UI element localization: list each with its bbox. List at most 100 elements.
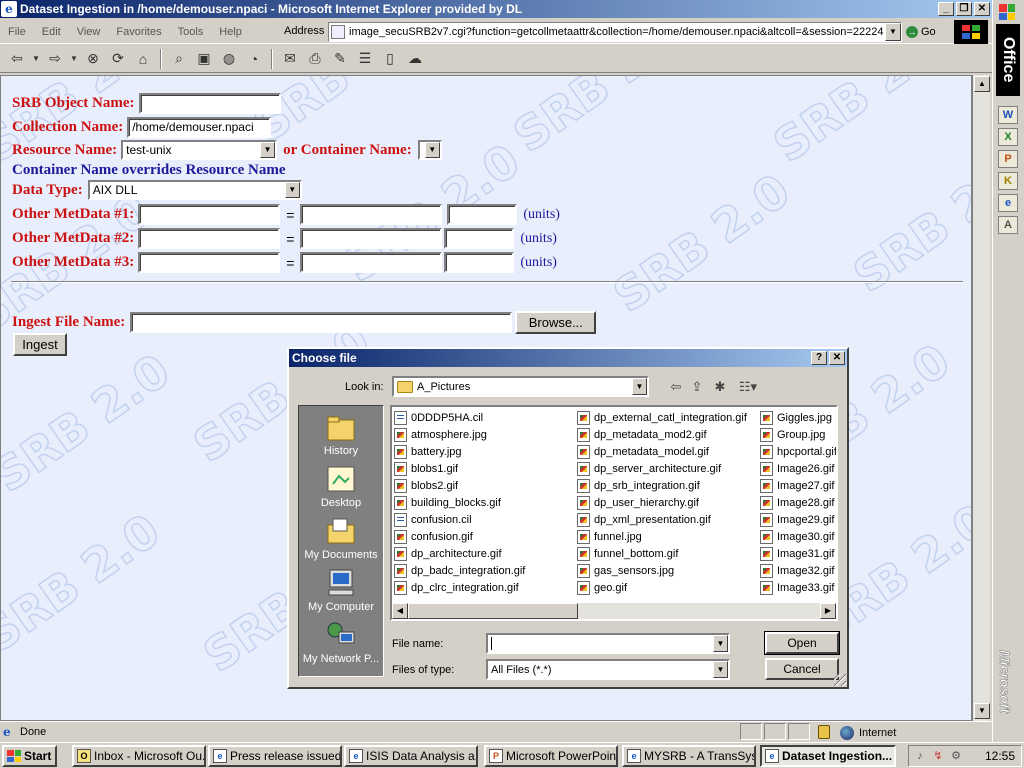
metadata-units-input[interactable]	[447, 204, 518, 225]
file-item[interactable]: building_blocks.gif	[394, 494, 501, 511]
ingest-button[interactable]: Ingest	[13, 333, 67, 356]
resize-grip-icon[interactable]	[834, 674, 846, 686]
look-in-select[interactable]: A_Pictures ▼	[392, 376, 649, 397]
page-vertical-scrollbar[interactable]: ▲ ▼	[972, 75, 990, 721]
access-key-icon[interactable]: K	[998, 172, 1018, 190]
file-item[interactable]: Image28.gif	[760, 494, 834, 511]
menu-view[interactable]: View	[69, 26, 109, 38]
new-folder-icon[interactable]: ✱	[711, 379, 729, 395]
chevron-down-icon[interactable]: ▼	[713, 661, 728, 678]
address-input[interactable]: image_secuSRB2v7.cgi?function=getcollmet…	[349, 26, 885, 38]
address-dropdown-icon[interactable]: ▼	[885, 23, 901, 41]
file-item[interactable]: dp_metadata_model.gif	[577, 443, 709, 460]
scroll-thumb[interactable]	[408, 603, 578, 619]
window-titlebar[interactable]: e Dataset Ingestion in /home/demouser.np…	[0, 0, 992, 18]
back-arrow-icon[interactable]: ⇦	[667, 379, 685, 395]
collection-input[interactable]: /home/demouser.npaci	[127, 117, 272, 138]
place-my-documents[interactable]: My Documents	[299, 516, 383, 561]
file-item[interactable]: Image32.gif	[760, 562, 834, 579]
dialog-title[interactable]: Choose file	[289, 349, 847, 367]
menu-file[interactable]: File	[0, 26, 34, 38]
place-desktop[interactable]: Desktop	[299, 464, 383, 509]
file-item[interactable]: hpcportal.gif	[760, 443, 836, 460]
scroll-down-icon[interactable]: ▼	[974, 703, 990, 719]
object-name-input[interactable]	[139, 93, 282, 114]
datatype-select[interactable]: AIX DLL ▼	[87, 180, 302, 200]
chevron-down-icon[interactable]: ▼	[713, 635, 728, 652]
powerpoint-icon[interactable]: P	[998, 150, 1018, 168]
open-button[interactable]: Open	[764, 631, 840, 655]
menu-favorites[interactable]: Favorites	[108, 26, 169, 38]
file-list-horizontal-scrollbar[interactable]: ◀ ▶	[392, 603, 836, 619]
file-item[interactable]: funnel_bottom.gif	[577, 545, 678, 562]
history-icon[interactable]: ◔	[243, 48, 265, 70]
menu-edit[interactable]: Edit	[34, 26, 69, 38]
help-button[interactable]: ?	[811, 351, 827, 365]
stop-icon[interactable]: ⊗	[82, 48, 104, 70]
metadata-value-input[interactable]	[300, 252, 443, 273]
publisher-icon[interactable]: A	[998, 216, 1018, 234]
refresh-icon[interactable]: ⟳	[107, 48, 129, 70]
back-dropdown-icon[interactable]: ▼	[31, 48, 41, 70]
dialog-close-button[interactable]: ✕	[829, 351, 845, 365]
file-item[interactable]: dp_server_architecture.gif	[577, 460, 721, 477]
search-icon[interactable]: ⌕	[168, 48, 190, 70]
scroll-right-icon[interactable]: ▶	[820, 603, 836, 619]
network-status-icon[interactable]: ↯	[931, 749, 945, 763]
ie-shortcut-icon[interactable]: e	[998, 194, 1018, 212]
file-item[interactable]: dp_xml_presentation.gif	[577, 511, 711, 528]
file-item[interactable]: Image31.gif	[760, 545, 834, 562]
settings-icon[interactable]: ⚙	[949, 749, 963, 763]
scroll-left-icon[interactable]: ◀	[392, 603, 408, 619]
start-button[interactable]: Start	[2, 745, 57, 767]
task-mysrb[interactable]: e MYSRB - A TransSys...	[622, 745, 756, 767]
file-item[interactable]: 0DDDP5HA.cil	[394, 409, 483, 426]
up-folder-icon[interactable]: ⇪	[688, 379, 706, 395]
excel-icon[interactable]: X	[998, 128, 1018, 146]
mail-icon[interactable]: ✉	[279, 48, 301, 70]
file-item[interactable]: atmosphere.jpg	[394, 426, 487, 443]
file-item[interactable]: dp_user_hierarchy.gif	[577, 494, 699, 511]
metadata-units-input[interactable]	[444, 228, 515, 249]
forward-icon[interactable]: ⇨	[44, 48, 66, 70]
cancel-button[interactable]: Cancel	[765, 658, 839, 680]
word-icon[interactable]: W	[998, 106, 1018, 124]
messenger-icon[interactable]: ☁	[404, 48, 426, 70]
file-item[interactable]: dp_metadata_mod2.gif	[577, 426, 707, 443]
metadata-name-input[interactable]	[138, 228, 281, 249]
restore-button[interactable]: ❐	[956, 2, 972, 16]
file-item[interactable]: dp_clrc_integration.gif	[394, 579, 519, 596]
file-item[interactable]: Image33.gif	[760, 579, 834, 596]
research-icon[interactable]: ▯	[379, 48, 401, 70]
print-icon[interactable]: ⎙	[304, 48, 326, 70]
file-item[interactable]: dp_architecture.gif	[394, 545, 502, 562]
favorites-icon[interactable]: ▣	[193, 48, 215, 70]
ingest-file-input[interactable]	[130, 312, 513, 333]
home-icon[interactable]: ⌂	[132, 48, 154, 70]
resource-select[interactable]: test-unix ▼	[121, 140, 278, 160]
media-icon[interactable]: ◍	[218, 48, 240, 70]
scroll-up-icon[interactable]: ▲	[974, 76, 990, 92]
edit-icon[interactable]: ✎	[329, 48, 351, 70]
file-item[interactable]: dp_srb_integration.gif	[577, 477, 700, 494]
discuss-icon[interactable]: ☰	[354, 48, 376, 70]
minimize-button[interactable]: _	[938, 2, 954, 16]
file-item[interactable]: Image30.gif	[760, 528, 834, 545]
file-item[interactable]: geo.gif	[577, 579, 627, 596]
metadata-name-input[interactable]	[138, 252, 281, 273]
go-button[interactable]: → Go	[906, 22, 950, 42]
file-item[interactable]: Image29.gif	[760, 511, 834, 528]
close-button[interactable]: ✕	[974, 2, 990, 16]
task-dataset-ingestion[interactable]: e Dataset Ingestion...	[760, 745, 896, 767]
file-item[interactable]: dp_external_catl_integration.gif	[577, 409, 747, 426]
task-press-release[interactable]: e Press release issued...	[208, 745, 342, 767]
metadata-value-input[interactable]	[300, 204, 443, 225]
file-item[interactable]: blobs2.gif	[394, 477, 458, 494]
container-select[interactable]: ▼	[417, 140, 442, 160]
back-icon[interactable]: ⇦	[6, 48, 28, 70]
file-item[interactable]: Group.jpg	[760, 426, 825, 443]
file-item[interactable]: Giggles.jpg	[760, 409, 832, 426]
file-name-input[interactable]: ▼	[486, 633, 730, 654]
address-bar[interactable]: image_secuSRB2v7.cgi?function=getcollmet…	[328, 22, 902, 42]
file-item[interactable]: blobs1.gif	[394, 460, 458, 477]
